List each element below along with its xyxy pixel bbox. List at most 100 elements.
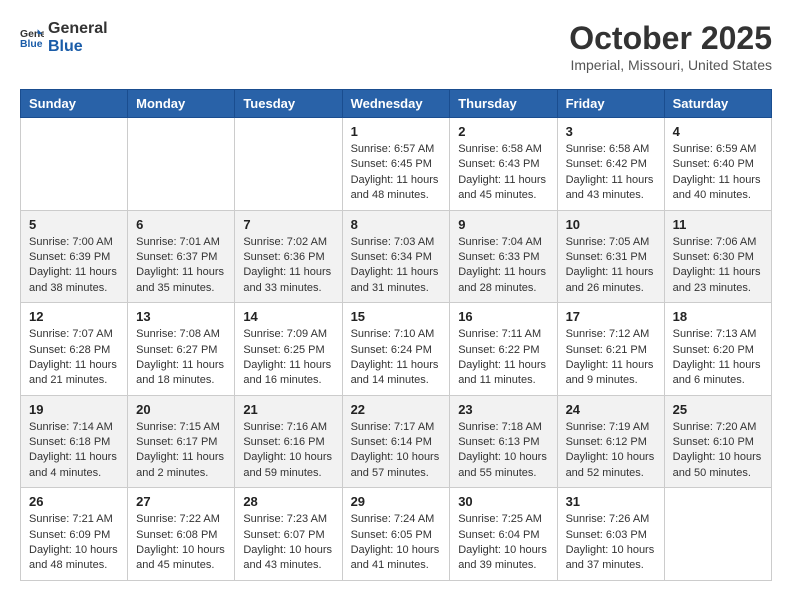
logo: General Blue General Blue	[20, 20, 108, 55]
day-number: 25	[673, 402, 763, 417]
day-number: 18	[673, 309, 763, 324]
day-number: 17	[566, 309, 656, 324]
day-info: Sunrise: 7:06 AMSunset: 6:30 PMDaylight:…	[673, 235, 763, 297]
calendar-cell: 29Sunrise: 7:24 AMSunset: 6:05 PMDayligh…	[342, 488, 450, 581]
day-info: Sunrise: 7:23 AMSunset: 6:07 PMDaylight:…	[243, 512, 333, 574]
day-info: Sunrise: 7:20 AMSunset: 6:10 PMDaylight:…	[673, 420, 763, 482]
page-header: General Blue General Blue October 2025 I…	[20, 20, 772, 73]
day-info: Sunrise: 7:26 AMSunset: 6:03 PMDaylight:…	[566, 512, 656, 574]
weekday-header-row: SundayMondayTuesdayWednesdayThursdayFrid…	[21, 90, 772, 118]
day-info: Sunrise: 7:22 AMSunset: 6:08 PMDaylight:…	[136, 512, 226, 574]
calendar-week-row: 1 Sunrise: 6:57 AMSunset: 6:45 PMDaylight…	[21, 118, 772, 211]
day-number: 19	[29, 402, 119, 417]
day-info: Sunrise: 7:17 AMSunset: 6:14 PMDaylight:…	[351, 420, 442, 482]
calendar-cell: 17 Sunrise: 7:12 AMSunset: 6:21 PMDayligh…	[557, 303, 664, 396]
day-info: Sunrise: 7:18 AMSunset: 6:13 PMDaylight:…	[458, 420, 548, 482]
calendar-cell: 14Sunrise: 7:09 AMSunset: 6:25 PMDayligh…	[235, 303, 342, 396]
day-number: 28	[243, 494, 333, 509]
calendar-cell: 25 Sunrise: 7:20 AMSunset: 6:10 PMDayligh…	[664, 395, 771, 488]
day-info: Sunrise: 7:01 AMSunset: 6:37 PMDaylight:…	[136, 235, 226, 297]
calendar-cell: 3Sunrise: 6:58 AMSunset: 6:42 PMDaylight…	[557, 118, 664, 211]
day-info: Sunrise: 6:59 AMSunset: 6:40 PMDaylight:…	[673, 142, 763, 204]
logo-blue-text: Blue	[48, 38, 108, 56]
calendar-cell: 12Sunrise: 7:07 AMSunset: 6:28 PMDayligh…	[21, 303, 128, 396]
day-info: Sunrise: 7:12 AMSunset: 6:21 PMDaylight:…	[566, 327, 656, 389]
day-info: Sunrise: 6:57 AMSunset: 6:45 PMDaylight:…	[351, 142, 442, 204]
day-info: Sunrise: 7:21 AMSunset: 6:09 PMDaylight:…	[29, 512, 119, 574]
calendar-cell: 27 Sunrise: 7:22 AMSunset: 6:08 PMDayligh…	[128, 488, 235, 581]
day-info: Sunrise: 7:16 AMSunset: 6:16 PMDaylight:…	[243, 420, 333, 482]
day-number: 30	[458, 494, 548, 509]
weekday-header-monday: Monday	[128, 90, 235, 118]
day-info: Sunrise: 7:10 AMSunset: 6:24 PMDaylight:…	[351, 327, 442, 389]
day-info: Sunrise: 7:15 AMSunset: 6:17 PMDaylight:…	[136, 420, 226, 482]
calendar-week-row: 12Sunrise: 7:07 AMSunset: 6:28 PMDayligh…	[21, 303, 772, 396]
day-number: 27	[136, 494, 226, 509]
weekday-header-sunday: Sunday	[21, 90, 128, 118]
day-info: Sunrise: 7:19 AMSunset: 6:12 PMDaylight:…	[566, 420, 656, 482]
logo-icon: General Blue	[20, 26, 44, 50]
svg-text:Blue: Blue	[20, 38, 43, 49]
calendar-cell: 7 Sunrise: 7:02 AMSunset: 6:36 PMDaylight…	[235, 210, 342, 303]
day-number: 2	[458, 124, 548, 139]
day-number: 16	[458, 309, 548, 324]
day-info: Sunrise: 7:02 AMSunset: 6:36 PMDaylight:…	[243, 235, 333, 297]
weekday-header-saturday: Saturday	[664, 90, 771, 118]
day-info: Sunrise: 7:08 AMSunset: 6:27 PMDaylight:…	[136, 327, 226, 389]
weekday-header-friday: Friday	[557, 90, 664, 118]
month-title: October 2025	[569, 20, 772, 57]
day-info: Sunrise: 7:25 AMSunset: 6:04 PMDaylight:…	[458, 512, 548, 574]
calendar-cell: 22Sunrise: 7:17 AMSunset: 6:14 PMDayligh…	[342, 395, 450, 488]
weekday-header-tuesday: Tuesday	[235, 90, 342, 118]
day-info: Sunrise: 7:03 AMSunset: 6:34 PMDaylight:…	[351, 235, 442, 297]
calendar-cell: 6 Sunrise: 7:01 AMSunset: 6:37 PMDaylight…	[128, 210, 235, 303]
day-number: 1	[351, 124, 442, 139]
day-info: Sunrise: 6:58 AMSunset: 6:43 PMDaylight:…	[458, 142, 548, 204]
day-number: 23	[458, 402, 548, 417]
day-number: 6	[136, 217, 226, 232]
calendar-table: SundayMondayTuesdayWednesdayThursdayFrid…	[20, 89, 772, 581]
calendar-cell: 15 Sunrise: 7:10 AMSunset: 6:24 PMDayligh…	[342, 303, 450, 396]
calendar-cell: 18 Sunrise: 7:13 AMSunset: 6:20 PMDayligh…	[664, 303, 771, 396]
calendar-cell	[235, 118, 342, 211]
calendar-cell: 11 Sunrise: 7:06 AMSunset: 6:30 PMDayligh…	[664, 210, 771, 303]
location: Imperial, Missouri, United States	[569, 57, 772, 73]
calendar-cell: 9 Sunrise: 7:04 AMSunset: 6:33 PMDaylight…	[450, 210, 557, 303]
calendar-cell: 5 Sunrise: 7:00 AMSunset: 6:39 PMDaylight…	[21, 210, 128, 303]
calendar-cell: 4 Sunrise: 6:59 AMSunset: 6:40 PMDaylight…	[664, 118, 771, 211]
title-block: October 2025 Imperial, Missouri, United …	[569, 20, 772, 73]
day-info: Sunrise: 7:00 AMSunset: 6:39 PMDaylight:…	[29, 235, 119, 297]
weekday-header-wednesday: Wednesday	[342, 90, 450, 118]
day-number: 9	[458, 217, 548, 232]
day-number: 15	[351, 309, 442, 324]
calendar-cell: 28 Sunrise: 7:23 AMSunset: 6:07 PMDayligh…	[235, 488, 342, 581]
weekday-header-thursday: Thursday	[450, 90, 557, 118]
day-number: 7	[243, 217, 333, 232]
day-info: Sunrise: 7:14 AMSunset: 6:18 PMDaylight:…	[29, 420, 119, 482]
calendar-cell: 19 Sunrise: 7:14 AMSunset: 6:18 PMDayligh…	[21, 395, 128, 488]
calendar-cell: 31 Sunrise: 7:26 AMSunset: 6:03 PMDayligh…	[557, 488, 664, 581]
day-number: 5	[29, 217, 119, 232]
day-number: 4	[673, 124, 763, 139]
day-info: Sunrise: 6:58 AMSunset: 6:42 PMDaylight:…	[566, 142, 656, 204]
calendar-week-row: 5 Sunrise: 7:00 AMSunset: 6:39 PMDaylight…	[21, 210, 772, 303]
calendar-cell: 13 Sunrise: 7:08 AMSunset: 6:27 PMDayligh…	[128, 303, 235, 396]
day-number: 12	[29, 309, 119, 324]
day-info: Sunrise: 7:24 AMSunset: 6:05 PMDaylight:…	[351, 512, 442, 574]
day-number: 13	[136, 309, 226, 324]
calendar-cell	[21, 118, 128, 211]
calendar-cell: 30 Sunrise: 7:25 AMSunset: 6:04 PMDayligh…	[450, 488, 557, 581]
logo-general-text: General	[48, 20, 108, 38]
day-info: Sunrise: 7:04 AMSunset: 6:33 PMDaylight:…	[458, 235, 548, 297]
day-number: 31	[566, 494, 656, 509]
day-number: 24	[566, 402, 656, 417]
day-info: Sunrise: 7:13 AMSunset: 6:20 PMDaylight:…	[673, 327, 763, 389]
calendar-week-row: 19 Sunrise: 7:14 AMSunset: 6:18 PMDayligh…	[21, 395, 772, 488]
day-number: 8	[351, 217, 442, 232]
day-number: 20	[136, 402, 226, 417]
calendar-cell: 20 Sunrise: 7:15 AMSunset: 6:17 PMDayligh…	[128, 395, 235, 488]
calendar-cell: 1 Sunrise: 6:57 AMSunset: 6:45 PMDaylight…	[342, 118, 450, 211]
calendar-cell: 10Sunrise: 7:05 AMSunset: 6:31 PMDayligh…	[557, 210, 664, 303]
day-number: 26	[29, 494, 119, 509]
day-number: 11	[673, 217, 763, 232]
